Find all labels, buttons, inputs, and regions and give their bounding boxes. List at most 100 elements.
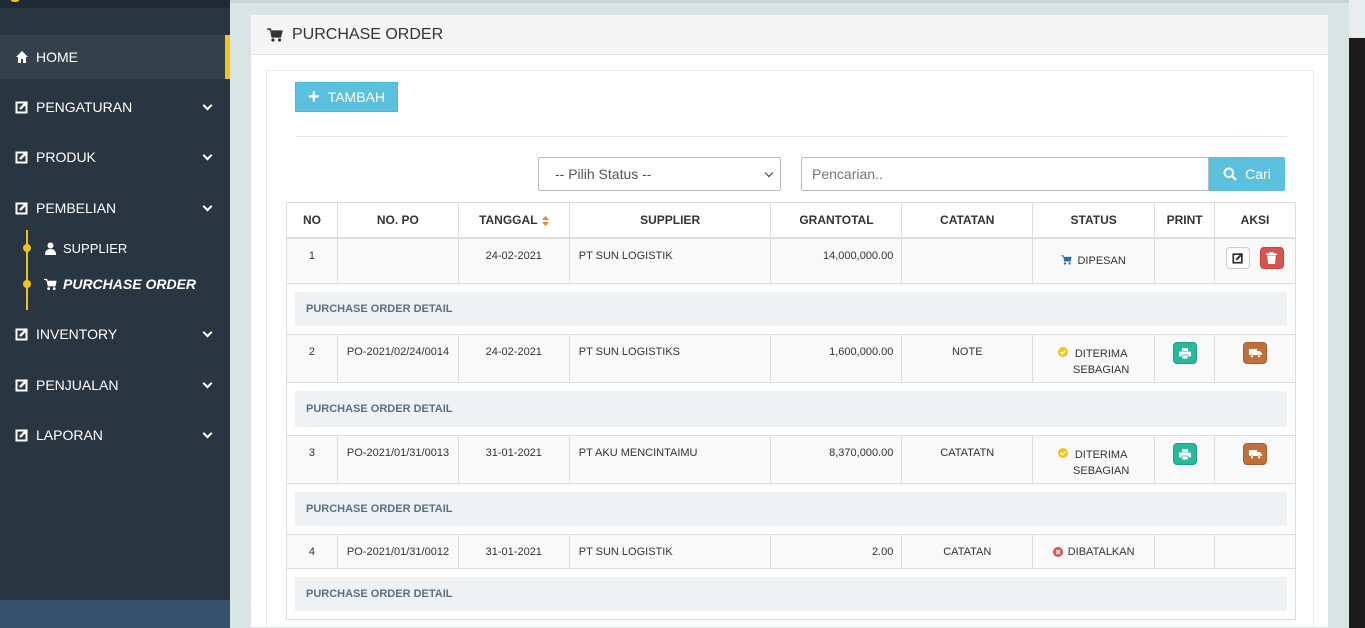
sidebar-item-label: HOME bbox=[36, 49, 78, 65]
purchase-order-detail-link[interactable]: PURCHASE ORDER DETAIL bbox=[295, 292, 1287, 326]
add-button[interactable]: + TAMBAH bbox=[295, 82, 398, 112]
cell-supplier: PT SUN LOGISTIK bbox=[568, 237, 772, 284]
chevron-down-icon bbox=[202, 100, 213, 111]
cell-supplier: PT AKU MENCINTAIMU bbox=[568, 435, 772, 484]
cell-status: DITERIMA SEBAGIAN bbox=[1032, 435, 1156, 484]
cell-status: DIPESAN bbox=[1032, 237, 1156, 284]
purchase-order-table: NO NO. PO TANGGAL SUPPLIER GRANTOTAL CAT… bbox=[286, 202, 1296, 620]
sidebar-item-laporan[interactable]: LAPORAN bbox=[0, 413, 230, 457]
cell-print bbox=[1154, 334, 1216, 383]
status-text: DIBATALKAN bbox=[1067, 546, 1135, 558]
col-header-print: PRINT bbox=[1154, 202, 1216, 239]
print-button[interactable] bbox=[1172, 342, 1197, 364]
cart-icon bbox=[1061, 254, 1073, 265]
submenu-item-purchase-order[interactable]: PURCHASE ORDER bbox=[0, 266, 230, 302]
submenu-dot bbox=[23, 280, 31, 288]
search-input[interactable] bbox=[801, 157, 1209, 191]
status-text: DITERIMA bbox=[1074, 449, 1128, 461]
edit-icon bbox=[15, 151, 28, 164]
cell-tanggal: 24-02-2021 bbox=[457, 237, 570, 284]
edit-icon bbox=[15, 101, 28, 114]
cell-po: PO-2021/01/31/0013 bbox=[336, 435, 459, 484]
check-circle-icon bbox=[1058, 347, 1069, 357]
top-divider bbox=[230, 0, 1350, 3]
edit-icon bbox=[15, 379, 28, 392]
cell-tanggal: 31-01-2021 bbox=[457, 435, 570, 484]
truck-icon bbox=[1248, 450, 1262, 459]
col-header-catatan: CATATAN bbox=[901, 202, 1034, 239]
cell-grantotal: 14,000,000.00 bbox=[770, 237, 903, 284]
receive-button[interactable] bbox=[1243, 342, 1268, 364]
status-select[interactable]: -- Pilih Status -- bbox=[538, 157, 781, 191]
detail-label: PURCHASE ORDER DETAIL bbox=[306, 588, 453, 600]
edit-icon bbox=[15, 328, 28, 341]
cell-no: 1 bbox=[286, 237, 338, 284]
purchase-order-detail-link[interactable]: PURCHASE ORDER DETAIL bbox=[295, 577, 1287, 611]
search-button[interactable]: Cari bbox=[1209, 157, 1285, 191]
col-header-aksi: AKSI bbox=[1214, 202, 1296, 239]
sidebar-item-inventory[interactable]: INVENTORY bbox=[0, 312, 230, 356]
edit-icon bbox=[15, 202, 28, 215]
cell-status: DITERIMA SEBAGIAN bbox=[1032, 334, 1156, 383]
scrollbar[interactable] bbox=[1349, 38, 1365, 628]
sidebar-item-label: PRODUK bbox=[36, 149, 96, 165]
status-text-group: DITERIMA SEBAGIAN bbox=[1073, 346, 1129, 378]
page-title: PURCHASE ORDER bbox=[292, 25, 444, 43]
cell-tanggal: 31-01-2021 bbox=[457, 534, 570, 569]
submenu-dot bbox=[23, 244, 31, 252]
col-header-tanggal-label: TANGGAL bbox=[479, 212, 538, 227]
status-text: DITERIMA bbox=[1074, 348, 1128, 360]
cell-catatan: CATATAN bbox=[901, 534, 1034, 569]
delete-button[interactable] bbox=[1259, 246, 1284, 269]
edit-icon bbox=[15, 429, 28, 442]
cell-po bbox=[336, 237, 459, 284]
check-circle-icon bbox=[1058, 448, 1069, 458]
sidebar-item-label: LAPORAN bbox=[36, 427, 103, 443]
sidebar-item-pembelian[interactable]: PEMBELIAN bbox=[0, 186, 230, 230]
chevron-down-icon bbox=[202, 428, 213, 439]
purchase-order-detail-link[interactable]: PURCHASE ORDER DETAIL bbox=[295, 391, 1287, 427]
purchase-order-detail-link[interactable]: PURCHASE ORDER DETAIL bbox=[295, 492, 1287, 526]
chevron-down-icon bbox=[202, 327, 213, 338]
col-header-tanggal[interactable]: TANGGAL bbox=[457, 202, 570, 239]
logo-fragment bbox=[10, 0, 20, 2]
submenu-item-supplier[interactable]: SUPPLIER bbox=[0, 230, 230, 266]
sidebar-item-pengaturan[interactable]: PENGATURAN bbox=[0, 85, 230, 129]
chevron-down-icon bbox=[202, 150, 213, 161]
detail-cell: PURCHASE ORDER DETAIL bbox=[286, 382, 1296, 436]
print-icon bbox=[1178, 448, 1191, 460]
chevron-down-icon bbox=[202, 201, 213, 212]
table-row: 4 PO-2021/01/31/0012 31-01-2021 PT SUN L… bbox=[286, 534, 1296, 569]
status-text-group: DITERIMA SEBAGIAN bbox=[1073, 447, 1129, 479]
search-icon bbox=[1223, 167, 1238, 181]
sidebar-item-produk[interactable]: PRODUK bbox=[0, 135, 230, 179]
cell-aksi bbox=[1214, 237, 1296, 284]
submenu-item-label: PURCHASE ORDER bbox=[63, 276, 197, 292]
col-header-no: NO bbox=[286, 202, 338, 239]
edit-button[interactable] bbox=[1226, 246, 1251, 269]
search-button-label: Cari bbox=[1245, 166, 1271, 182]
cell-aksi bbox=[1214, 534, 1296, 569]
user-icon bbox=[45, 242, 56, 255]
sidebar-item-penjualan[interactable]: PENJUALAN bbox=[0, 363, 230, 407]
receive-button[interactable] bbox=[1243, 443, 1268, 465]
detail-row: PURCHASE ORDER DETAIL bbox=[286, 483, 1296, 535]
cell-po: PO-2021/01/31/0012 bbox=[336, 534, 459, 569]
cell-aksi bbox=[1214, 435, 1296, 484]
detail-label: PURCHASE ORDER DETAIL bbox=[306, 403, 453, 415]
cell-no: 4 bbox=[286, 534, 338, 569]
status-text: DIPESAN bbox=[1077, 254, 1126, 267]
divider bbox=[295, 136, 1287, 137]
sidebar-footer bbox=[0, 600, 230, 628]
table-row: 3 PO-2021/01/31/0013 31-01-2021 PT AKU M… bbox=[286, 435, 1296, 484]
sort-icon bbox=[541, 215, 549, 226]
col-header-no-po: NO. PO bbox=[336, 202, 459, 239]
add-button-label: TAMBAH bbox=[327, 89, 385, 105]
detail-label: PURCHASE ORDER DETAIL bbox=[306, 303, 453, 315]
print-button[interactable] bbox=[1172, 443, 1197, 465]
status-badge: DITERIMA SEBAGIAN bbox=[1058, 447, 1129, 479]
table-header-row: NO NO. PO TANGGAL SUPPLIER GRANTOTAL CAT… bbox=[286, 202, 1296, 239]
detail-cell: PURCHASE ORDER DETAIL bbox=[286, 283, 1296, 335]
sidebar-item-home[interactable]: HOME bbox=[0, 35, 230, 79]
detail-row: PURCHASE ORDER DETAIL bbox=[286, 382, 1296, 436]
